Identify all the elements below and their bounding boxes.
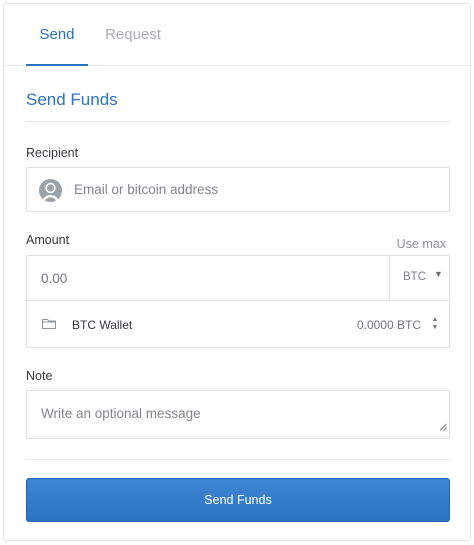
amount-input[interactable] xyxy=(41,256,371,300)
recipient-input[interactable] xyxy=(74,168,444,211)
amount-label: Amount xyxy=(26,233,70,247)
caret-down-icon: ▼ xyxy=(434,269,443,279)
tab-send[interactable]: Send xyxy=(26,4,88,66)
tab-bar: Send Request xyxy=(4,4,470,66)
resize-grip-icon[interactable] xyxy=(439,418,447,436)
note-label: Note xyxy=(26,369,53,383)
tab-request[interactable]: Request xyxy=(100,4,166,66)
bottom-divider xyxy=(26,459,450,460)
wallet-name: BTC Wallet xyxy=(72,318,133,332)
stepper-icon: ▲ ▼ xyxy=(430,316,440,332)
title-divider xyxy=(26,121,450,122)
recipient-field[interactable] xyxy=(26,167,450,212)
currency-label: BTC xyxy=(403,271,426,283)
wallet-balance: 0.0000 BTC xyxy=(356,318,421,332)
recipient-label: Recipient xyxy=(26,146,79,160)
send-funds-button[interactable]: Send Funds xyxy=(26,478,450,522)
use-max-link[interactable]: Use max xyxy=(397,237,446,251)
currency-select[interactable]: BTC ▼ xyxy=(389,256,449,300)
amount-group: BTC ▼ BTC Wallet 0.0000 BTC ▲ ▼ xyxy=(26,255,450,348)
note-textarea[interactable] xyxy=(27,391,449,438)
avatar-placeholder-icon xyxy=(39,179,62,202)
amount-row: BTC ▼ xyxy=(27,256,449,301)
stepper-down-icon: ▼ xyxy=(431,324,439,331)
section-title: Send Funds xyxy=(26,90,118,109)
stepper-up-icon: ▲ xyxy=(431,316,439,323)
wallet-icon xyxy=(41,317,57,335)
note-field[interactable] xyxy=(26,390,450,439)
wallet-select[interactable]: BTC Wallet 0.0000 BTC ▲ ▼ xyxy=(27,301,449,348)
send-funds-card: Send Request Send Funds Recipient Amount… xyxy=(3,3,471,541)
